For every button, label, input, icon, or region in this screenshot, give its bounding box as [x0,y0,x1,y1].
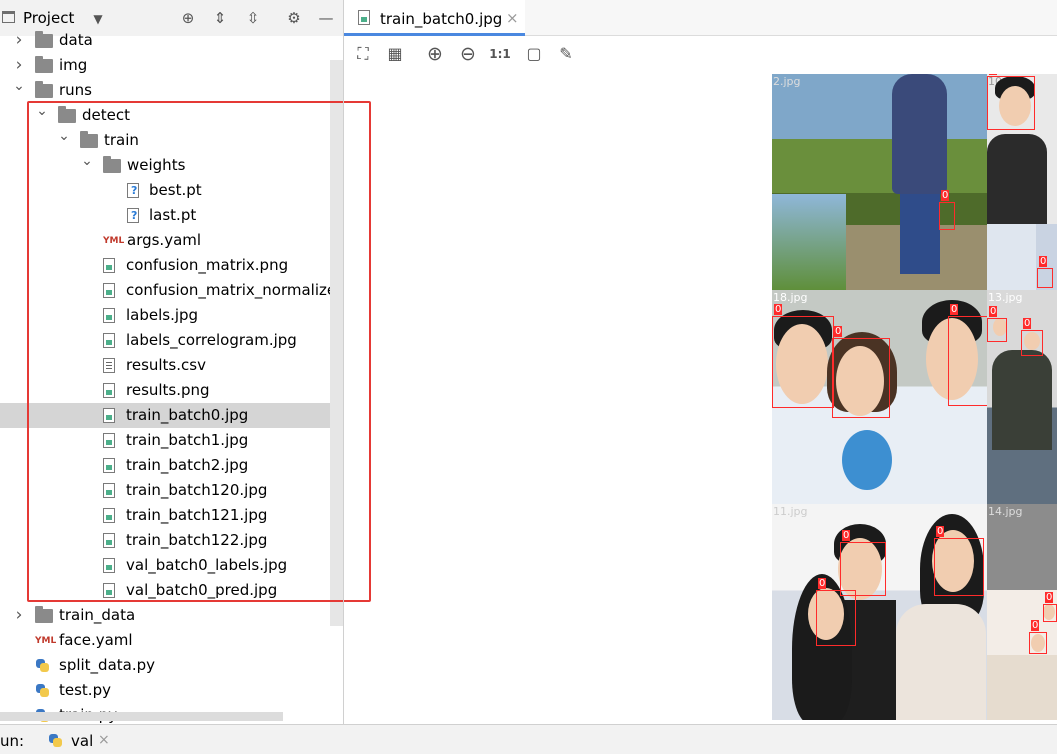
run-tool-bar: un: val × [0,724,1057,754]
tile-filename: 2.jpg [773,75,801,88]
bbox-label: 0 [834,326,843,337]
bbox-label: 0 [941,190,950,201]
preview-tile: 11.jpg 0 0 0 [772,504,987,720]
collapse-all-icon[interactable]: ⇳ [243,8,263,28]
bbox-label: 0 [1045,592,1054,603]
image-toolbar: ⛶ ▦ ⊕ ⊖ 1:1 ▢ ✎ [344,36,1057,72]
preview-tile: 0 [987,224,1057,290]
bbox-label: 0 [950,304,959,315]
run-label: un: [0,732,25,750]
gear-icon[interactable]: ⚙ [284,8,304,28]
tab-close-icon[interactable]: × [506,9,519,27]
bbox-label: 0 [936,526,945,537]
bbox-label: 0 [842,530,851,541]
bbox-label: 0 [774,304,783,315]
project-title[interactable]: Project [23,9,74,27]
fit-screen-icon[interactable]: ⛶ [352,44,374,64]
grid-icon[interactable]: ▦ [384,44,406,64]
tree-item-label: img [59,56,88,74]
folder-icon [35,31,53,48]
tree-item[interactable]: test.py [0,678,343,703]
tile-filename: 18.jpg [773,291,808,304]
highlight-annotation-box [27,101,371,602]
folder-icon [35,81,53,98]
tab-train-batch0[interactable]: train_batch0.jpg × [344,0,525,36]
tree-item[interactable]: › img [0,53,343,78]
tree-item[interactable]: › train_data [0,603,343,628]
chevron-right-icon[interactable]: › [12,28,26,53]
bbox-label: 0 [989,74,998,75]
zoom-out-icon[interactable]: ⊖ [457,44,479,64]
minimize-icon[interactable]: — [316,8,336,28]
yaml-file-icon: YML [35,636,57,646]
tree-item-label: face.yaml [59,631,133,649]
actual-size-icon[interactable]: 1:1 [489,44,511,64]
preview-tile: 0 0 [987,590,1057,720]
tree-item[interactable]: ⌄ runs [0,78,343,103]
python-file-icon [35,658,50,673]
tree-item[interactable]: › data [0,28,343,53]
bbox-label: 0 [1031,620,1040,631]
folder-icon [35,606,53,623]
expand-all-icon[interactable]: ⇕ [210,8,230,28]
bbox-label: 0 [1023,318,1032,329]
preview-tile: 13.jpg 0 0 [987,290,1057,504]
bbox-label: 0 [989,306,998,317]
tree-item-label: split_data.py [59,656,156,674]
locate-icon[interactable]: ⊕ [178,8,198,28]
python-icon [48,733,63,748]
chevron-down-icon[interactable]: ⌄ [12,74,26,99]
tab-label: train_batch0.jpg [380,10,503,28]
tree-item-label: runs [59,81,92,99]
color-picker-icon[interactable]: ✎ [555,44,577,64]
run-tab-val[interactable]: val [71,732,93,750]
fit-window-icon[interactable]: ▢ [523,44,545,64]
run-tab-close-icon[interactable]: × [98,732,110,748]
image-file-icon [358,10,370,25]
image-preview[interactable]: 2.jpg 0 10.jpg 0 0 18.jpg 0 0 0 13.jpg 0… [772,74,1057,720]
preview-tile: 10.jpg 0 [987,74,1057,224]
tile-filename: 11.jpg [773,505,808,518]
zoom-in-icon[interactable]: ⊕ [424,44,446,64]
tree-item-label: train_data [59,606,136,624]
tile-filename: 14.jpg [988,505,1023,518]
bbox-label: 0 [1039,256,1048,267]
preview-tile: 14.jpg [987,504,1057,590]
python-file-icon [35,683,50,698]
dropdown-arrow-icon[interactable]: ▼ [88,9,108,29]
preview-tile: 2.jpg 0 [772,74,987,290]
tile-filename: 13.jpg [988,291,1023,304]
panel-divider[interactable] [343,0,344,724]
bbox-label: 0 [818,578,827,589]
tree-item[interactable]: YML face.yaml [0,628,343,653]
tree-item-label: test.py [59,681,111,699]
tree-item-label: data [59,31,93,49]
chevron-right-icon[interactable]: › [12,603,26,628]
tree-item[interactable]: split_data.py [0,653,343,678]
preview-tile: 18.jpg 0 0 0 [772,290,987,504]
tree-horizontal-scrollbar[interactable] [0,712,283,721]
project-window-icon [2,11,15,23]
folder-icon [35,56,53,73]
